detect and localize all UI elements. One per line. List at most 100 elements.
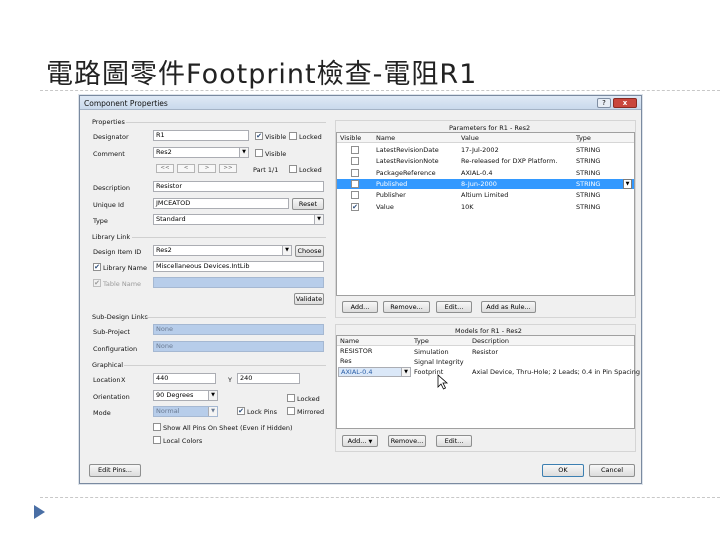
choose-button[interactable]: Choose bbox=[295, 245, 324, 257]
parameter-visible-checkbox[interactable] bbox=[351, 146, 359, 154]
parameter-row[interactable]: LatestRevisionNote Re-released for DXP Pl… bbox=[337, 156, 634, 166]
orientation-select[interactable]: 90 Degrees ▼ bbox=[153, 390, 218, 401]
parameter-visible-checkbox[interactable] bbox=[351, 191, 359, 200]
add-model-button[interactable]: Add... ▼ bbox=[342, 435, 378, 447]
cancel-button[interactable]: Cancel bbox=[589, 464, 635, 477]
comment-visible-checkbox[interactable] bbox=[255, 149, 263, 157]
parameter-visible-checkbox[interactable] bbox=[351, 179, 359, 188]
parameter-type: STRING bbox=[576, 202, 601, 211]
sub-project-label: Sub-Project bbox=[93, 328, 130, 336]
model-name-cell: RESISTOR bbox=[340, 347, 372, 355]
location-y-input[interactable]: 240 bbox=[237, 373, 300, 384]
lock-pins-checkbox[interactable]: ✔ bbox=[237, 407, 245, 415]
parameters-table: Visible Name Value Type LatestRevisionDa… bbox=[336, 132, 635, 296]
design-item-id-select[interactable]: Res2 ▼ bbox=[153, 245, 292, 256]
designator-visible-checkbox[interactable]: ✔ bbox=[255, 132, 263, 140]
mirrored-checkbox[interactable] bbox=[287, 407, 295, 415]
col-type[interactable]: Type bbox=[576, 134, 591, 142]
reset-button[interactable]: Reset bbox=[292, 198, 324, 210]
parameter-type: STRING bbox=[576, 146, 601, 154]
graphical-locked-checkbox[interactable] bbox=[287, 394, 295, 402]
mirrored-label: Mirrored bbox=[297, 408, 325, 416]
col-model-description[interactable]: Description bbox=[472, 337, 509, 345]
model-row[interactable]: Res Signal Integrity bbox=[337, 357, 634, 367]
mode-label: Mode bbox=[93, 409, 111, 417]
parameter-row[interactable]: Publisher Altium Limited STRING bbox=[337, 190, 634, 200]
add-as-rule-button[interactable]: Add as Rule... bbox=[481, 301, 536, 313]
parameter-visible-checkbox[interactable]: ✔ bbox=[351, 202, 359, 211]
col-model-name[interactable]: Name bbox=[340, 337, 359, 345]
parameter-row[interactable]: LatestRevisionDate 17-Jul-2002 STRING bbox=[337, 145, 634, 155]
parameter-row[interactable]: Published 8-Jun-2000 STRING ▼ bbox=[337, 178, 634, 189]
parameter-row[interactable]: PackageReference AXIAL-0.4 STRING bbox=[337, 168, 634, 178]
mouse-cursor-icon bbox=[437, 374, 449, 390]
designator-label: Designator bbox=[93, 133, 129, 141]
chevron-down-icon: ▼ bbox=[401, 368, 410, 376]
model-name-select[interactable]: AXIAL-0.4 ▼ bbox=[338, 367, 411, 377]
model-name: Res bbox=[340, 357, 352, 365]
location-x-input[interactable]: 440 bbox=[153, 373, 216, 384]
remove-parameter-button[interactable]: Remove... bbox=[383, 301, 430, 313]
edit-pins-button[interactable]: Edit Pins... bbox=[89, 464, 141, 477]
show-all-pins-checkbox[interactable] bbox=[153, 423, 161, 431]
comment-value: Res2 bbox=[156, 148, 172, 156]
section-divider bbox=[126, 122, 326, 123]
type-select[interactable]: Standard ▼ bbox=[153, 214, 324, 225]
first-part-button[interactable]: << bbox=[156, 164, 174, 173]
add-parameter-button[interactable]: Add... bbox=[342, 301, 378, 313]
col-visible[interactable]: Visible bbox=[340, 134, 361, 142]
prev-part-button[interactable]: < bbox=[177, 164, 195, 173]
orientation-value: 90 Degrees bbox=[156, 391, 194, 399]
configuration-label: Configuration bbox=[93, 345, 138, 353]
next-part-button[interactable]: > bbox=[198, 164, 216, 173]
part-indicator: Part 1/1 bbox=[253, 166, 279, 174]
comment-select[interactable]: Res2 ▼ bbox=[153, 147, 249, 158]
library-name-input[interactable]: Miscellaneous Devices.IntLib bbox=[153, 261, 324, 272]
library-name-label: Library Name bbox=[103, 264, 147, 272]
parameter-type: STRING bbox=[576, 191, 601, 200]
bullet-arrow-icon bbox=[34, 505, 45, 519]
sub-design-section-label: Sub-Design Links bbox=[92, 313, 148, 321]
table-name-input bbox=[153, 277, 324, 288]
unique-id-input[interactable]: JMCEATOD bbox=[153, 198, 289, 209]
chevron-down-icon: ▼ bbox=[208, 391, 217, 400]
local-colors-checkbox[interactable] bbox=[153, 436, 161, 444]
model-row[interactable]: RESISTOR Simulation Resistor bbox=[337, 347, 634, 357]
part-locked-checkbox[interactable] bbox=[289, 165, 297, 173]
parameter-name: LatestRevisionDate bbox=[376, 146, 439, 154]
model-name-cell: Res bbox=[340, 357, 352, 365]
designator-input[interactable]: R1 bbox=[153, 130, 249, 141]
table-name-label: Table Name bbox=[103, 280, 142, 288]
edit-parameter-button[interactable]: Edit... bbox=[436, 301, 472, 313]
designator-locked-checkbox[interactable] bbox=[289, 132, 297, 140]
models-header: Name Type Description bbox=[337, 336, 634, 346]
close-button[interactable]: x bbox=[613, 98, 637, 108]
model-row[interactable]: AXIAL-0.4 ▼ Footprint Axial Device, Thru-Ho… bbox=[337, 367, 640, 377]
chevron-down-icon: ▼ bbox=[282, 246, 291, 255]
edit-model-button[interactable]: Edit... bbox=[436, 435, 472, 447]
chevron-down-icon[interactable]: ▼ bbox=[623, 178, 632, 189]
parameter-value: Re-released for DXP Platform. bbox=[461, 157, 558, 166]
title-divider bbox=[40, 90, 720, 91]
parameter-name: Publisher bbox=[376, 191, 406, 200]
parameter-visible-checkbox[interactable] bbox=[351, 168, 359, 177]
parameter-name: Value bbox=[376, 202, 394, 211]
validate-button[interactable]: Validate bbox=[294, 293, 324, 305]
ok-button[interactable]: OK bbox=[542, 464, 584, 477]
col-value[interactable]: Value bbox=[461, 134, 479, 142]
visible-label: Visible bbox=[265, 133, 287, 141]
chevron-down-icon: ▼ bbox=[208, 407, 217, 416]
description-input[interactable]: Resistor bbox=[153, 181, 324, 192]
location-label: Location bbox=[93, 376, 121, 384]
parameter-visible-checkbox[interactable] bbox=[351, 157, 359, 166]
library-name-checkbox[interactable]: ✔ bbox=[93, 263, 101, 271]
remove-model-button[interactable]: Remove... bbox=[388, 435, 426, 447]
col-name[interactable]: Name bbox=[376, 134, 395, 142]
last-part-button[interactable]: >> bbox=[219, 164, 237, 173]
library-link-section-label: Library Link bbox=[92, 233, 131, 241]
parameter-row[interactable]: ✔ Value 10K STRING bbox=[337, 202, 634, 212]
parameter-type: STRING bbox=[576, 168, 601, 177]
show-all-pins-label: Show All Pins On Sheet (Even if Hidden) bbox=[163, 424, 293, 432]
col-model-type[interactable]: Type bbox=[414, 337, 429, 345]
help-button[interactable]: ? bbox=[597, 98, 611, 108]
